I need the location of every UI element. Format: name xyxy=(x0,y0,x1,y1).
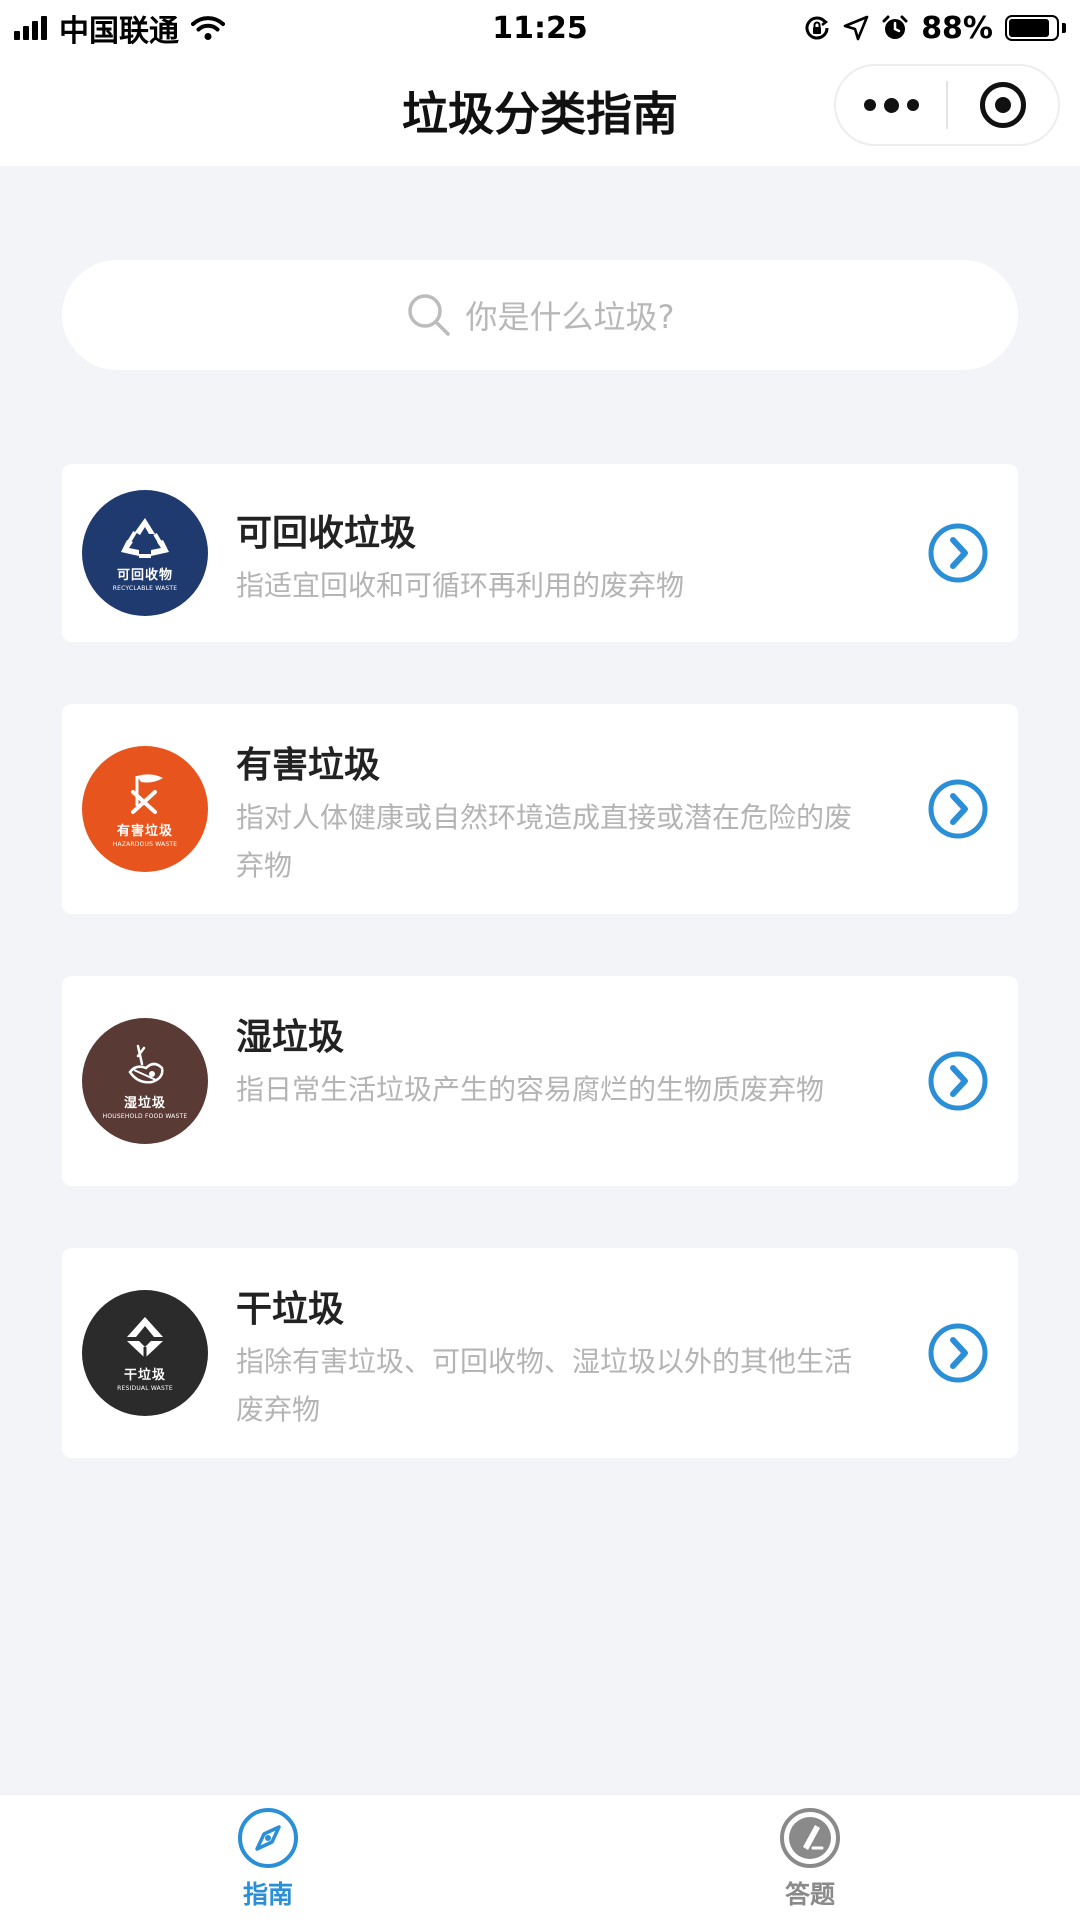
compass-icon xyxy=(238,1808,298,1868)
category-card-recyclable[interactable]: 可回收物 RECYCLABLE WASTE 可回收垃圾 指适宜回收和可循环再利用… xyxy=(62,464,1018,642)
more-dots-icon xyxy=(863,97,919,113)
hazardous-logo-cn: 有害垃圾 xyxy=(116,824,173,839)
carrier-name: 中国联通 xyxy=(59,14,179,49)
search-placeholder: 你是什么垃圾? xyxy=(465,298,675,336)
tab-bar: 指南 答题 xyxy=(0,1794,1080,1920)
category-description: 指除有害垃圾、可回收物、湿垃圾以外的其他生活废弃物 xyxy=(236,1345,853,1426)
rotation-lock-icon xyxy=(805,16,829,40)
recyclable-logo-cn: 可回收物 xyxy=(116,568,173,583)
recyclable-logo: 可回收物 RECYCLABLE WASTE xyxy=(82,490,208,616)
search-icon xyxy=(407,294,450,336)
mini-program-capsule xyxy=(834,64,1060,146)
category-card-residual[interactable]: 干垃圾 RESIDUAL WASTE 干垃圾 指除有害垃圾、可回收物、湿垃圾以外… xyxy=(62,1248,1018,1458)
status-right: 88% xyxy=(803,11,1066,46)
category-card-hazardous[interactable]: 有害垃圾 HAZARDOUS WASTE 有害垃圾 指对人体健康或自然环境造成直… xyxy=(62,704,1018,914)
recyclable-logo-en: RECYCLABLE WASTE xyxy=(112,585,178,592)
chevron-right-circle-icon[interactable] xyxy=(926,1049,990,1113)
food-waste-icon xyxy=(128,1044,164,1084)
food-waste-logo: 湿垃圾 HOUSEHOLD FOOD WASTE xyxy=(82,1018,208,1144)
category-description: 指日常生活垃圾产生的容易腐烂的生物质废弃物 xyxy=(236,1073,825,1106)
battery-percent: 88% xyxy=(921,10,993,46)
wifi-icon xyxy=(191,16,225,40)
category-title: 可回收垃圾 xyxy=(236,513,417,554)
hazardous-logo: 有害垃圾 HAZARDOUS WASTE xyxy=(82,746,208,872)
chevron-right-circle-icon[interactable] xyxy=(926,1321,990,1385)
residual-logo-cn: 干垃圾 xyxy=(123,1368,166,1383)
target-icon xyxy=(980,82,1026,128)
tab-guide[interactable]: 指南 xyxy=(168,1795,368,1920)
residual-logo-en: RESIDUAL WASTE xyxy=(117,1385,173,1392)
edit-icon xyxy=(780,1808,840,1868)
status-bar: 中国联通 11:25 88% xyxy=(0,0,1080,56)
food-waste-logo-en: HOUSEHOLD FOOD WASTE xyxy=(102,1113,188,1120)
category-description: 指对人体健康或自然环境造成直接或潜在危险的废弃物 xyxy=(236,801,853,882)
category-title: 湿垃圾 xyxy=(236,1017,345,1058)
chevron-right-circle-icon[interactable] xyxy=(926,521,990,585)
more-button[interactable] xyxy=(836,66,946,144)
category-title: 有害垃圾 xyxy=(236,745,381,786)
tab-label: 答题 xyxy=(784,1880,835,1909)
residual-waste-icon xyxy=(127,1317,163,1358)
category-card-food[interactable]: 湿垃圾 HOUSEHOLD FOOD WASTE 湿垃圾 指日常生活垃圾产生的容… xyxy=(62,976,1018,1186)
tab-label: 指南 xyxy=(242,1880,293,1909)
category-title: 干垃圾 xyxy=(236,1289,345,1330)
alarm-icon xyxy=(882,15,908,39)
search-input[interactable]: 你是什么垃圾? xyxy=(62,260,1018,370)
location-icon xyxy=(843,15,869,41)
residual-logo: 干垃圾 RESIDUAL WASTE xyxy=(82,1290,208,1416)
chevron-right-circle-icon[interactable] xyxy=(926,777,990,841)
status-left: 中国联通 xyxy=(14,6,225,50)
close-mini-program-button[interactable] xyxy=(948,66,1058,144)
hazardous-logo-en: HAZARDOUS WASTE xyxy=(112,841,178,848)
category-description: 指适宜回收和可循环再利用的废弃物 xyxy=(236,569,685,602)
signal-icon xyxy=(14,16,47,40)
battery-icon xyxy=(1005,15,1066,41)
hazard-battery-icon xyxy=(131,774,163,814)
recycle-icon xyxy=(121,518,169,558)
nav-bar: 垃圾分类指南 xyxy=(0,56,1080,166)
tab-quiz[interactable]: 答题 xyxy=(710,1795,910,1920)
food-waste-logo-cn: 湿垃圾 xyxy=(123,1096,166,1111)
